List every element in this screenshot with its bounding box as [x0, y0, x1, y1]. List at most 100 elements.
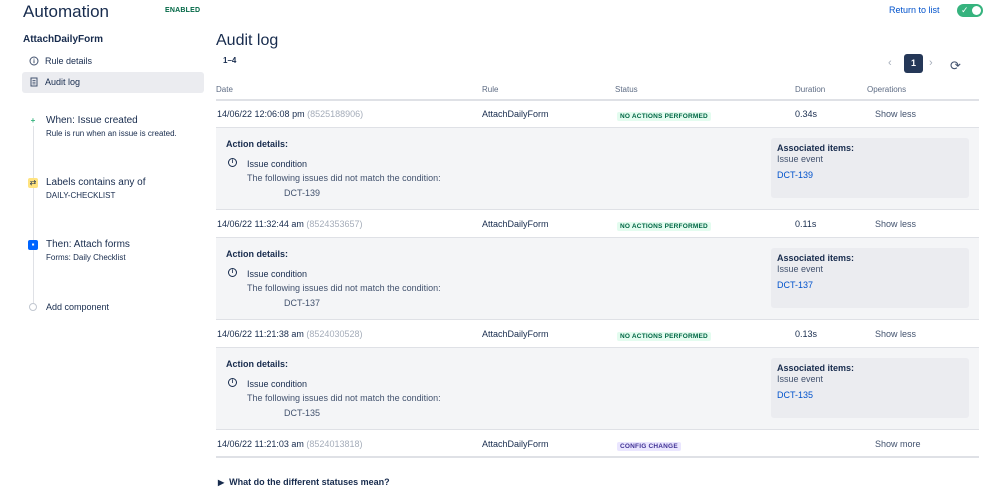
- show-less-button[interactable]: Show less: [875, 219, 916, 229]
- sidebar-item-rule-details[interactable]: Rule details: [22, 51, 204, 72]
- condition-name: Issue condition: [247, 159, 308, 169]
- results-range: 1–4: [223, 56, 237, 65]
- chevron-right-icon: ▶: [218, 478, 225, 487]
- table-row: 14/06/22 11:21:03 am (8524013818) Attach…: [216, 431, 979, 458]
- component-timeline: [33, 122, 34, 304]
- condition-name: Issue condition: [247, 379, 308, 389]
- info-icon: [29, 56, 39, 66]
- status-badge: CONFIG CHANGE: [617, 442, 681, 451]
- rule-status-badge: ENABLED: [165, 7, 201, 14]
- row-duration: 0.34s: [795, 109, 818, 119]
- associated-items-title: Associated items:: [777, 143, 855, 153]
- row-id: (8524013818): [306, 439, 363, 449]
- unmatched-issue: DCT-139: [284, 188, 321, 198]
- status-badge: NO ACTIONS PERFORMED: [617, 222, 711, 231]
- associated-items-type: Issue event: [777, 374, 824, 384]
- condition-message: The following issues did not match the c…: [247, 283, 441, 293]
- row-duration: 0.13s: [795, 329, 818, 339]
- associated-items-title: Associated items:: [777, 253, 855, 263]
- row-status: CONFIG CHANGE: [617, 440, 681, 451]
- status-badge: NO ACTIONS PERFORMED: [617, 112, 711, 121]
- associated-items: Associated items: Issue event DCT-139: [771, 138, 969, 198]
- app-title: Automation: [23, 2, 109, 21]
- column-header-rule: Rule: [482, 85, 499, 94]
- associated-items-title: Associated items:: [777, 363, 855, 373]
- row-rule: AttachDailyForm: [482, 219, 549, 229]
- info-icon: i: [228, 378, 237, 387]
- table-row: 14/06/22 12:06:08 pm (8525188906) Attach…: [216, 101, 979, 128]
- action-details-title: Action details:: [226, 359, 289, 369]
- show-more-button[interactable]: Show more: [875, 439, 921, 449]
- associated-issue-link[interactable]: DCT-135: [777, 390, 813, 400]
- unmatched-issue: DCT-135: [284, 408, 321, 418]
- component-subtitle: Forms: Daily Checklist: [46, 253, 126, 262]
- add-component-label: Add component: [46, 302, 110, 312]
- row-rule: AttachDailyForm: [482, 109, 549, 119]
- table-header: Date Rule Status Duration Operations: [216, 84, 979, 101]
- action-details-title: Action details:: [226, 249, 289, 259]
- associated-issue-link[interactable]: DCT-139: [777, 170, 813, 180]
- associated-items: Associated items: Issue event DCT-137: [771, 248, 969, 308]
- refresh-icon[interactable]: ⟳: [950, 58, 961, 74]
- return-to-list-link[interactable]: Return to list: [889, 5, 940, 15]
- associated-issue-link[interactable]: DCT-137: [777, 280, 813, 290]
- condition-icon: ⇄: [28, 178, 38, 188]
- sidebar-item-label: Audit log: [45, 77, 81, 87]
- action-details-panel: Action details: i Issue condition The fo…: [216, 348, 979, 430]
- unmatched-issue: DCT-137: [284, 298, 321, 308]
- top-bar: Automation ENABLED Return to list ✓: [0, 0, 998, 28]
- info-icon: i: [228, 158, 237, 167]
- statuses-help-toggle[interactable]: ▶ What do the different statuses mean?: [218, 477, 390, 487]
- table-row: 14/06/22 11:21:38 am (8524030528) Attach…: [216, 321, 979, 348]
- row-date: 14/06/22 11:32:44 am (8524353657): [217, 219, 363, 229]
- chevron-left-icon[interactable]: ‹: [888, 57, 892, 69]
- component-subtitle: Rule is run when an issue is created.: [46, 129, 177, 138]
- condition-name: Issue condition: [247, 269, 308, 279]
- action-details-title: Action details:: [226, 139, 289, 149]
- rule-name: AttachDailyForm: [23, 34, 104, 45]
- component-title: Labels contains any of: [46, 177, 146, 188]
- row-status: NO ACTIONS PERFORMED: [617, 220, 711, 231]
- row-date: 14/06/22 12:06:08 pm (8525188906): [217, 109, 364, 119]
- show-less-button[interactable]: Show less: [875, 329, 916, 339]
- chevron-right-icon[interactable]: ›: [929, 57, 933, 69]
- condition-message: The following issues did not match the c…: [247, 173, 441, 183]
- add-icon: [29, 303, 37, 311]
- action-details-panel: Action details: i Issue condition The fo…: [216, 238, 979, 320]
- table-row: 14/06/22 11:32:44 am (8524353657) Attach…: [216, 211, 979, 238]
- row-rule: AttachDailyForm: [482, 329, 549, 339]
- component-subtitle: DAILY-CHECKLIST: [46, 191, 116, 200]
- action-details-panel: Action details: i Issue condition The fo…: [216, 128, 979, 210]
- rule-enabled-toggle[interactable]: ✓: [957, 4, 983, 17]
- check-icon: ✓: [961, 5, 969, 15]
- row-id: (8524030528): [306, 329, 363, 339]
- status-badge: NO ACTIONS PERFORMED: [617, 332, 711, 341]
- row-date: 14/06/22 11:21:03 am (8524013818): [217, 439, 363, 449]
- column-header-duration: Duration: [795, 85, 826, 94]
- column-header-status: Status: [615, 85, 638, 94]
- show-less-button[interactable]: Show less: [875, 109, 916, 119]
- action-icon: ▪: [28, 240, 38, 250]
- row-status: NO ACTIONS PERFORMED: [617, 110, 711, 121]
- trigger-icon: +: [28, 116, 38, 126]
- row-id: (8524353657): [306, 219, 363, 229]
- component-title: Then: Attach forms: [46, 239, 130, 250]
- component-title: When: Issue created: [46, 115, 138, 126]
- statuses-help-label: What do the different statuses mean?: [229, 477, 390, 487]
- info-icon: i: [228, 268, 237, 277]
- page-title: Audit log: [216, 32, 279, 49]
- row-date: 14/06/22 11:21:38 am (8524030528): [217, 329, 363, 339]
- page-button-current[interactable]: 1: [904, 54, 923, 73]
- row-duration: 0.11s: [795, 219, 817, 229]
- associated-items: Associated items: Issue event DCT-135: [771, 358, 969, 418]
- row-rule: AttachDailyForm: [482, 439, 549, 449]
- condition-message: The following issues did not match the c…: [247, 393, 441, 403]
- sidebar-item-label: Rule details: [45, 56, 93, 66]
- sidebar-item-audit-log[interactable]: Audit log: [22, 72, 204, 93]
- row-id: (8525188906): [307, 109, 364, 119]
- document-icon: [29, 77, 39, 87]
- associated-items-type: Issue event: [777, 154, 824, 164]
- toggle-knob: [972, 6, 981, 15]
- row-status: NO ACTIONS PERFORMED: [617, 330, 711, 341]
- column-header-operations: Operations: [867, 85, 907, 94]
